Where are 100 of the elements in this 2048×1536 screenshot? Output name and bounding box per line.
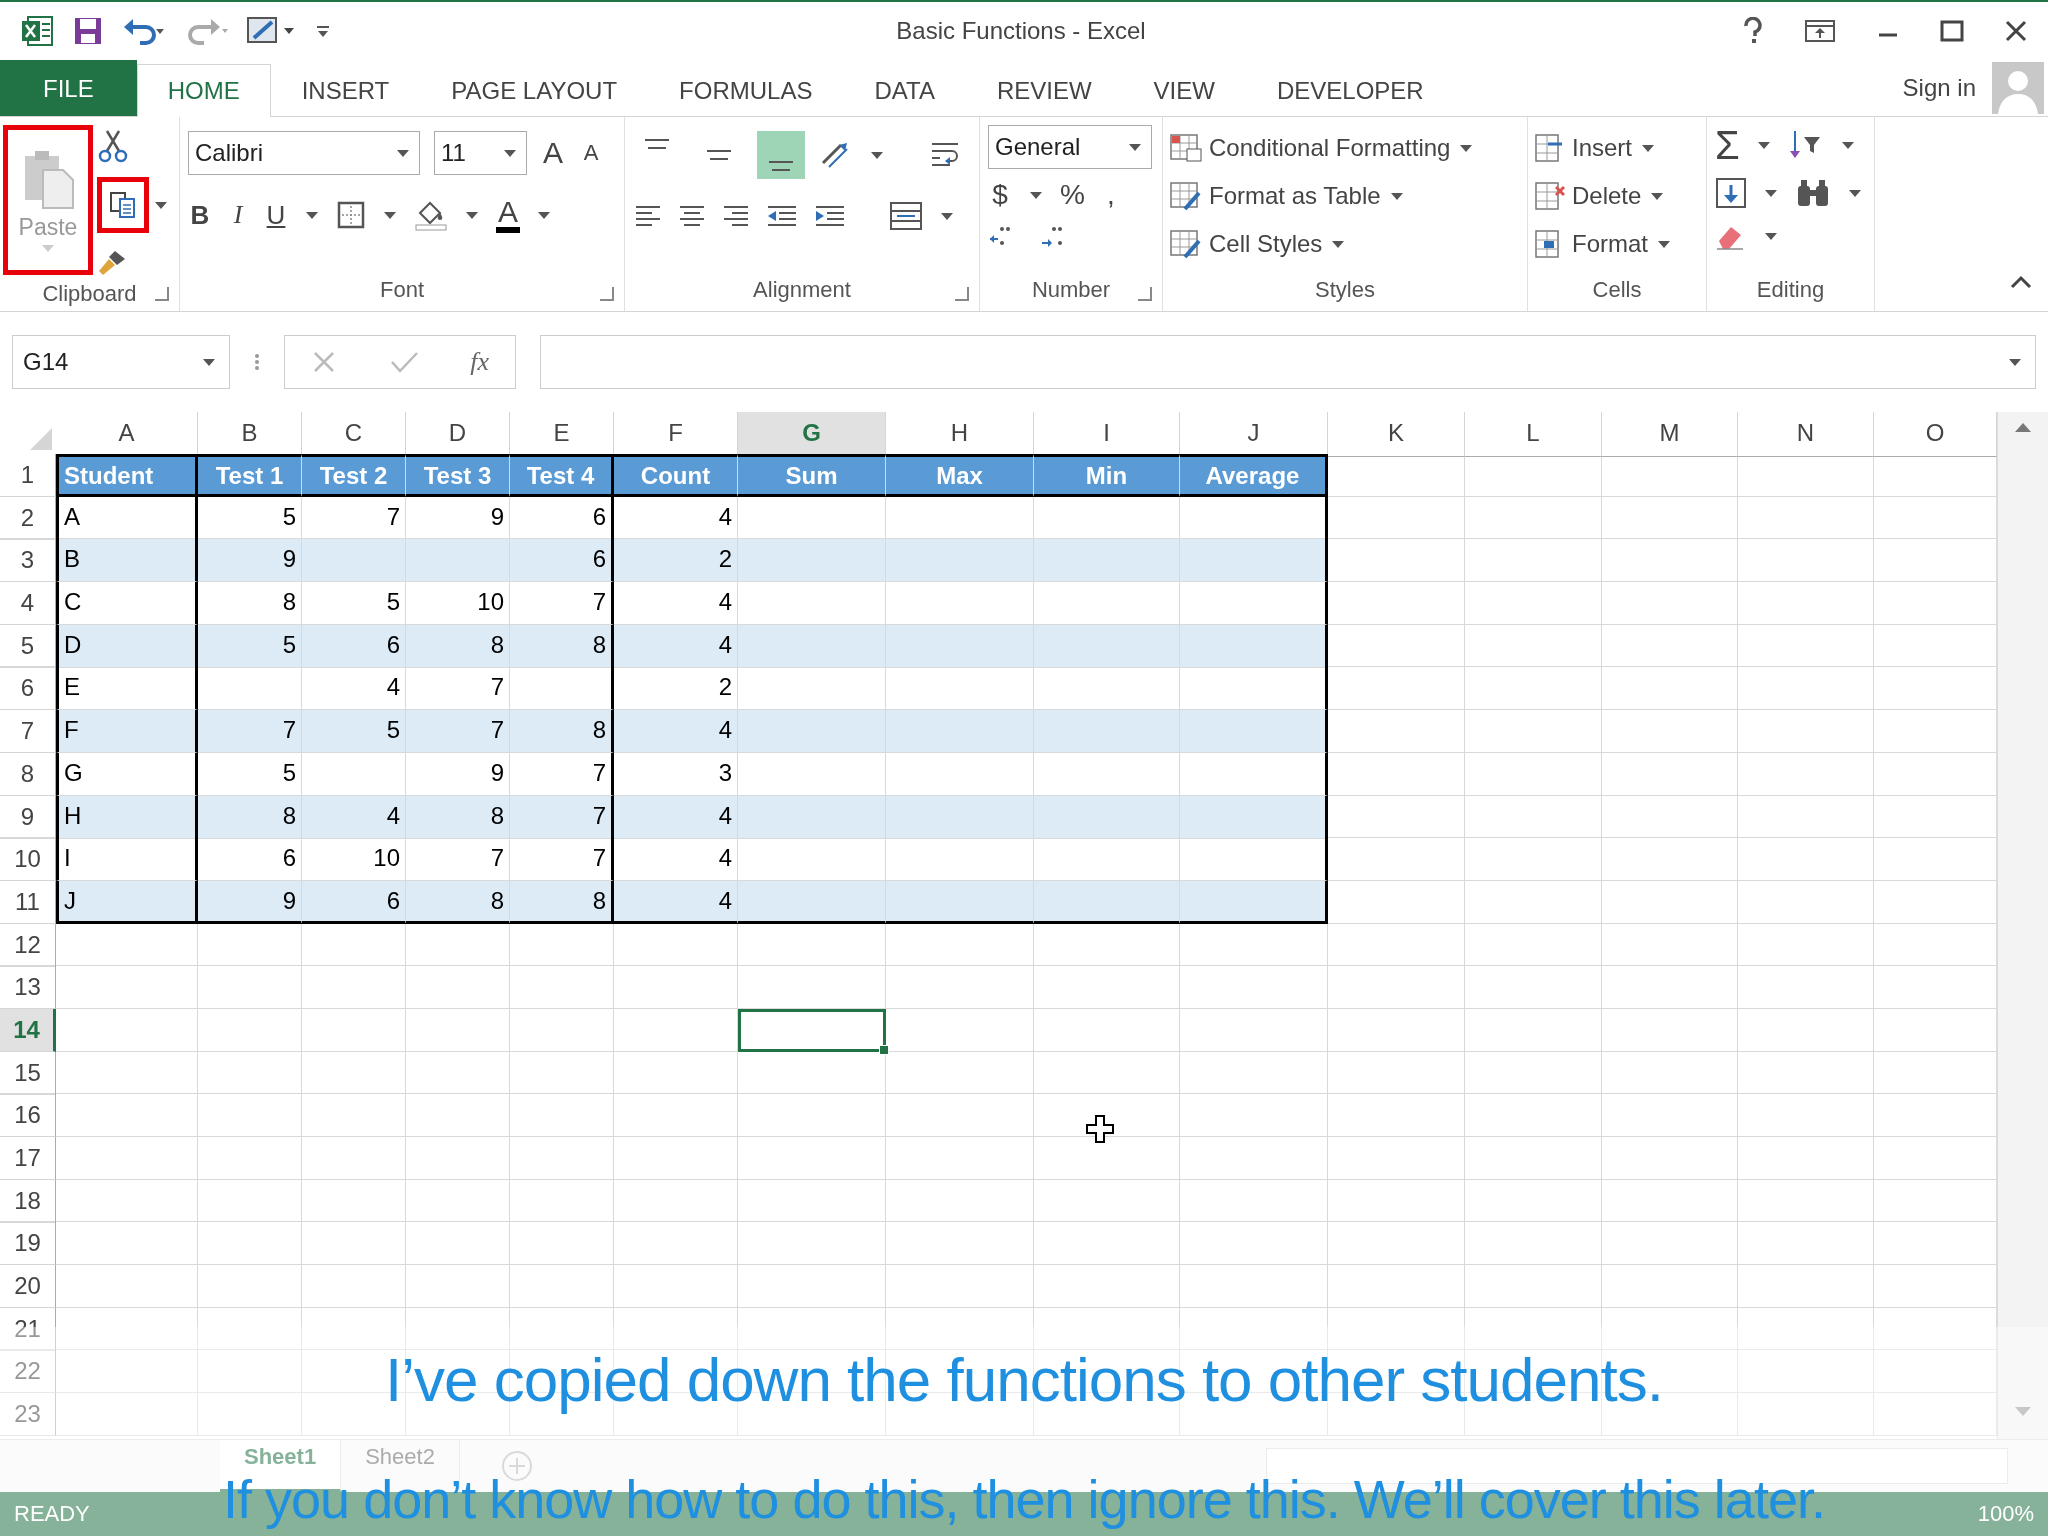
table-cell: 8 bbox=[510, 624, 614, 668]
ribbon-tab[interactable]: DEVELOPER bbox=[1245, 64, 1455, 116]
table-style-icon bbox=[1169, 133, 1203, 163]
caret-icon[interactable] bbox=[466, 211, 478, 219]
formula-input[interactable] bbox=[540, 335, 2036, 389]
caret-icon[interactable] bbox=[871, 151, 883, 159]
cells-menu-button[interactable]: Format bbox=[1534, 223, 1700, 265]
header-cell: Count bbox=[614, 454, 738, 497]
row-header[interactable]: 2 bbox=[0, 496, 56, 540]
ribbon-display-icon[interactable] bbox=[1804, 19, 1836, 43]
caret-icon[interactable] bbox=[1841, 141, 1854, 149]
name-box[interactable]: G14 bbox=[12, 335, 230, 389]
table-cell: 8 bbox=[510, 710, 614, 754]
selected-cell[interactable] bbox=[738, 1008, 886, 1052]
ribbon-tab[interactable]: FORMULAS bbox=[648, 64, 844, 116]
ribbon-tab[interactable]: HOME bbox=[136, 64, 271, 117]
status-text: READY bbox=[14, 1501, 90, 1527]
dialog-launcher-icon[interactable] bbox=[600, 287, 614, 301]
close-icon[interactable] bbox=[2004, 19, 2028, 43]
styles-menu-button[interactable]: Format as Table bbox=[1169, 175, 1521, 217]
vertical-align-button[interactable] bbox=[757, 131, 805, 179]
caret-icon[interactable] bbox=[1030, 191, 1042, 199]
move-cursor-icon bbox=[1085, 1114, 1115, 1144]
row-header[interactable]: 14 bbox=[0, 1008, 56, 1052]
maximize-icon[interactable] bbox=[1940, 19, 1964, 43]
column-header[interactable]: N bbox=[1738, 412, 1874, 457]
sign-in-link[interactable]: Sign in bbox=[1902, 74, 1976, 102]
table-cell: 6 bbox=[302, 880, 406, 924]
caret-icon[interactable] bbox=[1849, 189, 1861, 197]
table-cell: 4 bbox=[302, 795, 406, 839]
dialog-launcher-icon[interactable] bbox=[955, 287, 969, 301]
column-header[interactable]: G bbox=[738, 412, 886, 457]
save-icon[interactable] bbox=[72, 15, 104, 47]
help-icon[interactable] bbox=[1742, 17, 1764, 45]
insert-function-button[interactable]: fx bbox=[470, 347, 490, 377]
cells-menu-button[interactable]: Insert bbox=[1534, 127, 1700, 169]
cells-grid-icon bbox=[1534, 181, 1566, 211]
caret-icon bbox=[1460, 144, 1473, 152]
italic-button[interactable]: I bbox=[226, 200, 250, 230]
borders-icon[interactable] bbox=[336, 200, 366, 230]
group-label: Styles bbox=[1315, 277, 1375, 303]
merge-cells-icon[interactable] bbox=[889, 201, 923, 231]
percent-button[interactable]: % bbox=[1060, 179, 1085, 211]
font-family-field[interactable]: Calibri bbox=[188, 131, 420, 175]
align-lines-icon bbox=[768, 161, 794, 171]
styles-menu-button[interactable]: Cell Styles bbox=[1169, 223, 1521, 265]
caret-icon[interactable] bbox=[941, 212, 953, 220]
row-header[interactable]: 15 bbox=[0, 1051, 56, 1095]
table-cell: 6 bbox=[302, 624, 406, 668]
table-cell: 4 bbox=[614, 880, 738, 924]
currency-button[interactable]: $ bbox=[988, 179, 1012, 211]
column-header[interactable]: O bbox=[1874, 412, 1997, 457]
column-header[interactable]: L bbox=[1465, 412, 1602, 457]
caret-icon[interactable] bbox=[1757, 141, 1770, 149]
dialog-launcher-icon[interactable] bbox=[155, 287, 169, 301]
scissors-icon[interactable] bbox=[97, 129, 129, 163]
vertical-scrollbar[interactable] bbox=[1997, 412, 2048, 1439]
group-label: Font bbox=[380, 277, 424, 303]
ribbon-tab[interactable]: INSERT bbox=[270, 64, 421, 116]
table-cell: 4 bbox=[614, 710, 738, 754]
ribbon-tab[interactable]: VIEW bbox=[1122, 64, 1246, 116]
cells-menu-button[interactable]: Delete bbox=[1534, 175, 1700, 217]
ribbon-tab[interactable]: PAGE LAYOUT bbox=[420, 64, 649, 116]
table-style-icon bbox=[1169, 229, 1203, 259]
group-label: Alignment bbox=[753, 277, 851, 303]
row-header[interactable]: 18 bbox=[0, 1179, 56, 1223]
font-size-field[interactable]: 11 bbox=[434, 131, 527, 175]
font-color-button[interactable]: A bbox=[496, 197, 520, 233]
dialog-launcher-icon[interactable] bbox=[1138, 287, 1152, 301]
ribbon-tab[interactable]: REVIEW bbox=[965, 64, 1123, 116]
table-cell: 5 bbox=[302, 710, 406, 754]
column-header[interactable]: K bbox=[1328, 412, 1465, 457]
row-header[interactable]: 8 bbox=[0, 752, 56, 796]
caret-icon[interactable] bbox=[306, 211, 318, 219]
styles-menu-button[interactable]: Conditional Formatting bbox=[1169, 127, 1521, 169]
row-header[interactable]: 12 bbox=[0, 923, 56, 967]
caret-icon[interactable] bbox=[1765, 232, 1777, 240]
underline-button[interactable]: U bbox=[264, 199, 288, 231]
group-label: Number bbox=[1031, 277, 1111, 303]
table-cell: H bbox=[56, 795, 198, 839]
shrink-font-button[interactable]: A bbox=[579, 140, 603, 166]
caret-icon[interactable] bbox=[1765, 189, 1777, 197]
header-cell: Sum bbox=[738, 454, 886, 497]
copy-button[interactable] bbox=[97, 177, 149, 233]
fill-bucket-icon[interactable] bbox=[414, 199, 448, 231]
comma-style-button[interactable]: , bbox=[1098, 179, 1123, 211]
column-header[interactable]: M bbox=[1602, 412, 1738, 457]
file-tab[interactable]: FILE bbox=[0, 60, 137, 116]
binoculars-icon[interactable] bbox=[1795, 178, 1831, 208]
grow-font-button[interactable]: A bbox=[541, 136, 565, 170]
number-format-field[interactable]: General bbox=[988, 125, 1152, 169]
caret-icon[interactable] bbox=[155, 201, 167, 209]
ribbon-tab[interactable]: DATA bbox=[843, 64, 966, 116]
bold-button[interactable]: B bbox=[188, 199, 212, 231]
caret-icon[interactable] bbox=[384, 211, 396, 219]
caret-icon[interactable] bbox=[538, 211, 550, 219]
collapse-ribbon-icon[interactable] bbox=[2010, 275, 2032, 289]
autosum-button[interactable]: Σ bbox=[1715, 125, 1740, 165]
caret-icon bbox=[1658, 240, 1670, 248]
fill-down-icon[interactable] bbox=[1715, 177, 1747, 209]
